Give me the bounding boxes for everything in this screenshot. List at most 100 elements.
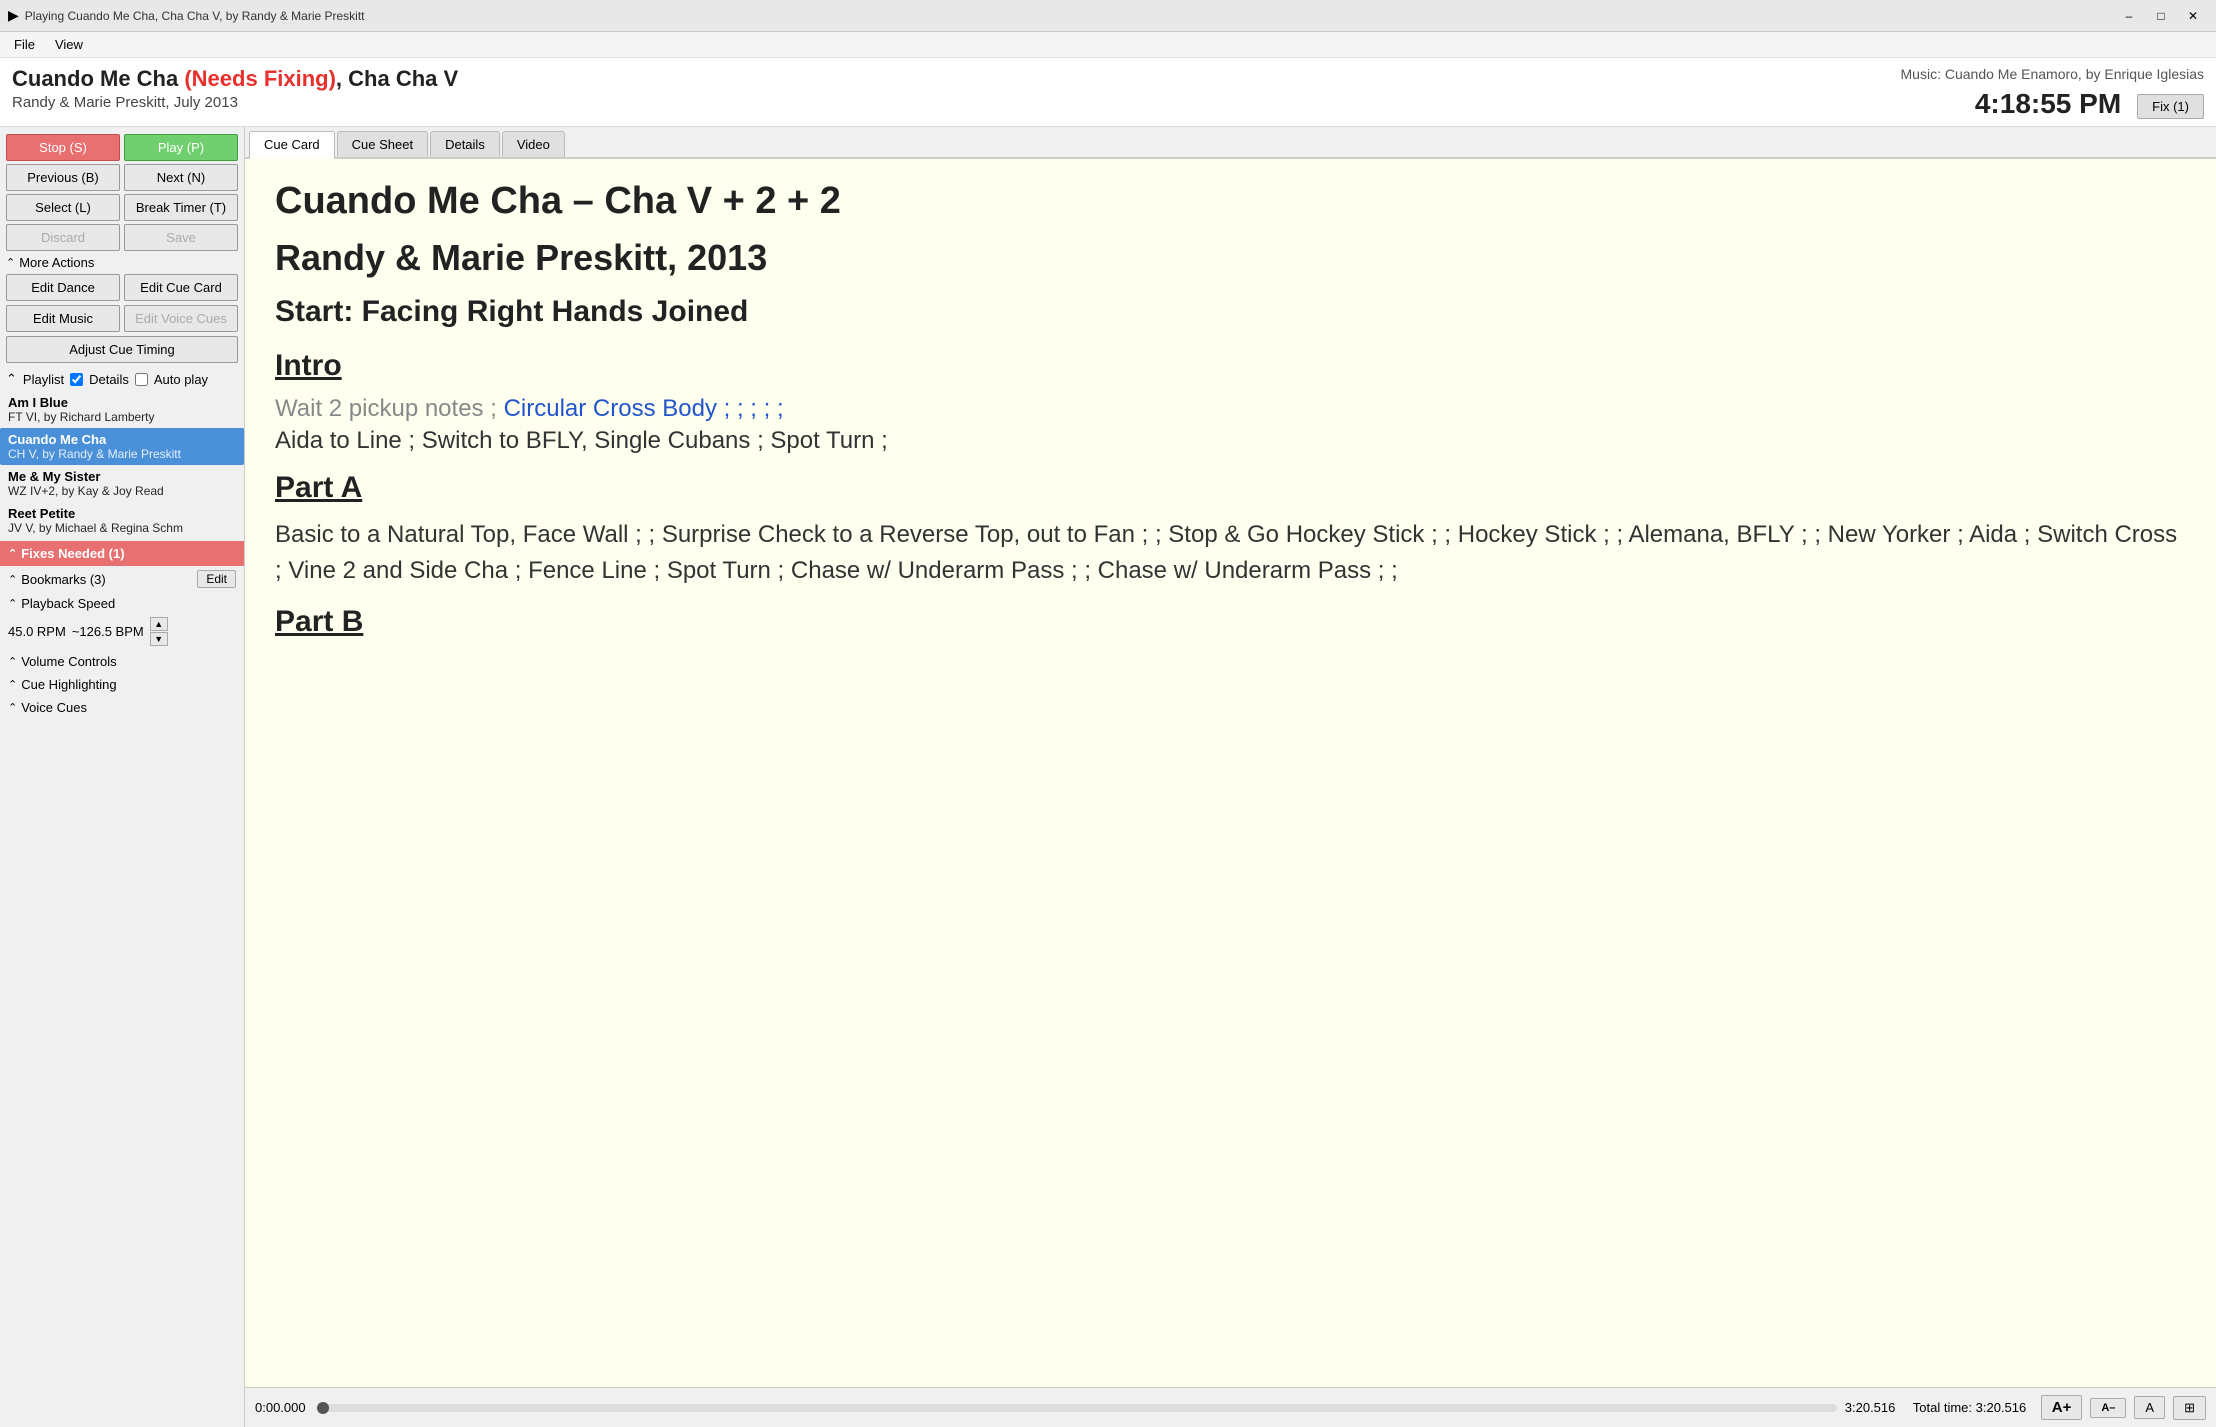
needs-fixing-label: (Needs Fixing) <box>184 66 336 91</box>
playback-speed-toggle[interactable]: ⌃ Playback Speed <box>0 592 244 615</box>
voice-cues-label: Voice Cues <box>21 700 87 715</box>
playlist-item-sub: WZ IV+2, by Kay & Joy Read <box>8 484 236 498</box>
playlist-item-title: Reet Petite <box>8 506 236 521</box>
details-checkbox[interactable] <box>70 373 83 386</box>
close-button[interactable]: ✕ <box>2178 6 2208 26</box>
more-actions-chevron: ⌃ <box>6 256 15 269</box>
tab-cue-sheet[interactable]: Cue Sheet <box>337 131 428 157</box>
playlist-item[interactable]: Me & My Sister WZ IV+2, by Kay & Joy Rea… <box>0 465 244 502</box>
cue-title-line1: Cuando Me Cha – Cha V + 2 + 2 <box>275 179 2186 225</box>
layout-button[interactable]: ⊞ <box>2173 1396 2206 1420</box>
bookmarks-edit-button[interactable]: Edit <box>197 570 236 588</box>
playback-speed-label: Playback Speed <box>21 596 115 611</box>
more-actions-label: More Actions <box>19 255 94 270</box>
playlist-item-sub: CH V, by Randy & Marie Preskitt <box>8 447 236 461</box>
titlebar: ▶ Playing Cuando Me Cha, Cha Cha V, by R… <box>0 0 2216 32</box>
bookmarks-label: Bookmarks (3) <box>21 572 106 587</box>
break-timer-button[interactable]: Break Timer (T) <box>124 194 238 221</box>
playlist-item-active[interactable]: Cuando Me Cha CH V, by Randy & Marie Pre… <box>0 428 244 465</box>
time-start: 0:00.000 <box>255 1400 315 1415</box>
clock-display: 4:18:55 PM <box>1975 88 2121 120</box>
piece-title-main: Cuando Me Cha <box>12 66 184 91</box>
bottom-bar: 0:00.000 3:20.516 Total time: 3:20.516 A… <box>245 1387 2216 1427</box>
progress-bar-container[interactable] <box>323 1404 1837 1412</box>
playlist-item-sub: FT VI, by Richard Lamberty <box>8 410 236 424</box>
speed-down-button[interactable]: ▼ <box>150 632 168 646</box>
fixes-needed-chevron: ⌃ <box>8 547 17 560</box>
save-button[interactable]: Save <box>124 224 238 251</box>
part-a-text: Basic to a Natural Top, Face Wall ; ; Su… <box>275 517 2186 589</box>
cue-title-line2: Randy & Marie Preskitt, 2013 <box>275 237 2186 279</box>
cue-highlighting-toggle[interactable]: ⌃ Cue Highlighting <box>0 673 244 696</box>
intro-line: Wait 2 pickup notes ; Circular Cross Bod… <box>275 395 2186 423</box>
fixes-needed-toggle[interactable]: ⌃ Fixes Needed (1) <box>0 541 244 566</box>
total-time: Total time: 3:20.516 <box>1913 1400 2033 1415</box>
more-actions-toggle[interactable]: ⌃ More Actions <box>0 251 244 272</box>
playlist-item-title: Me & My Sister <box>8 469 236 484</box>
playlist-chevron: ⌃ <box>6 371 17 387</box>
edit-music-button[interactable]: Edit Music <box>6 305 120 332</box>
previous-button[interactable]: Previous (B) <box>6 164 120 191</box>
app-icon: ▶ <box>8 7 19 24</box>
header: Cuando Me Cha (Needs Fixing), Cha Cha V … <box>0 58 2216 127</box>
cue-card-content: Cuando Me Cha – Cha V + 2 + 2 Randy & Ma… <box>245 159 2216 1387</box>
tabs: Cue Card Cue Sheet Details Video <box>245 127 2216 159</box>
adjust-cue-timing-button[interactable]: Adjust Cue Timing <box>6 336 238 363</box>
playlist-item-title: Cuando Me Cha <box>8 432 236 447</box>
cue-highlighting-chevron: ⌃ <box>8 678 17 691</box>
part-b-heading: Part B <box>275 605 2186 639</box>
window-title: Playing Cuando Me Cha, Cha Cha V, by Ran… <box>25 9 2114 23</box>
cue-highlighting-label: Cue Highlighting <box>21 677 116 692</box>
speed-rpm: 45.0 RPM <box>8 624 66 639</box>
intro-blue-text: Circular Cross Body ; ; ; ; ; <box>504 395 784 422</box>
voice-cues-toggle[interactable]: ⌃ Voice Cues <box>0 696 244 719</box>
select-button[interactable]: Select (L) <box>6 194 120 221</box>
volume-controls-label: Volume Controls <box>21 654 116 669</box>
bookmarks-toggle[interactable]: ⌃ Bookmarks (3) Edit <box>0 566 244 592</box>
autoplay-checkbox[interactable] <box>135 373 148 386</box>
next-button[interactable]: Next (N) <box>124 164 238 191</box>
bookmarks-chevron: ⌃ <box>8 573 17 586</box>
edit-cue-card-button[interactable]: Edit Cue Card <box>124 274 238 301</box>
start-position: Start: Facing Right Hands Joined <box>275 295 2186 329</box>
sidebar: Stop (S) Play (P) Previous (B) Next (N) … <box>0 127 245 1427</box>
speed-up-button[interactable]: ▲ <box>150 617 168 631</box>
progress-thumb <box>317 1402 329 1414</box>
intro-continue-text: Aida to Line ; Switch to BFLY, Single Cu… <box>275 427 2186 455</box>
speed-value-row: 45.0 RPM ~126.5 BPM ▲ ▼ <box>0 615 244 650</box>
discard-button[interactable]: Discard <box>6 224 120 251</box>
tab-cue-card[interactable]: Cue Card <box>249 131 335 159</box>
fix-button[interactable]: Fix (1) <box>2137 94 2204 119</box>
font-increase-button[interactable]: A+ <box>2041 1395 2083 1420</box>
volume-chevron: ⌃ <box>8 655 17 668</box>
tab-video[interactable]: Video <box>502 131 565 157</box>
speed-bpm: ~126.5 BPM <box>72 624 144 639</box>
tab-details[interactable]: Details <box>430 131 500 157</box>
playlist-label: Playlist <box>23 372 64 387</box>
playlist-item[interactable]: Am I Blue FT VI, by Richard Lamberty <box>0 391 244 428</box>
menu-view[interactable]: View <box>45 35 93 54</box>
playlist-item-sub: JV V, by Michael & Regina Schm <box>8 521 236 535</box>
piece-title-tail: , Cha Cha V <box>336 66 458 91</box>
playlist-item-title: Am I Blue <box>8 395 236 410</box>
minimize-button[interactable]: – <box>2114 6 2144 26</box>
playlist-item[interactable]: Reet Petite JV V, by Michael & Regina Sc… <box>0 502 244 539</box>
stop-button[interactable]: Stop (S) <box>6 134 120 161</box>
font-normal-button[interactable]: A <box>2134 1396 2165 1419</box>
playlist-items: Am I Blue FT VI, by Richard Lamberty Cua… <box>0 389 244 541</box>
intro-heading: Intro <box>275 349 2186 383</box>
volume-controls-toggle[interactable]: ⌃ Volume Controls <box>0 650 244 673</box>
edit-dance-button[interactable]: Edit Dance <box>6 274 120 301</box>
playback-speed-chevron: ⌃ <box>8 597 17 610</box>
autoplay-label[interactable]: Auto play <box>154 372 208 387</box>
font-decrease-button[interactable]: A– <box>2090 1398 2126 1418</box>
menubar: File View <box>0 32 2216 58</box>
voice-cues-chevron: ⌃ <box>8 701 17 714</box>
play-button[interactable]: Play (P) <box>124 134 238 161</box>
details-label[interactable]: Details <box>89 372 129 387</box>
piece-title: Cuando Me Cha (Needs Fixing), Cha Cha V <box>12 66 458 92</box>
menu-file[interactable]: File <box>4 35 45 54</box>
edit-voice-cues-button[interactable]: Edit Voice Cues <box>124 305 238 332</box>
piece-subtitle: Randy & Marie Preskitt, July 2013 <box>12 94 458 111</box>
maximize-button[interactable]: □ <box>2146 6 2176 26</box>
